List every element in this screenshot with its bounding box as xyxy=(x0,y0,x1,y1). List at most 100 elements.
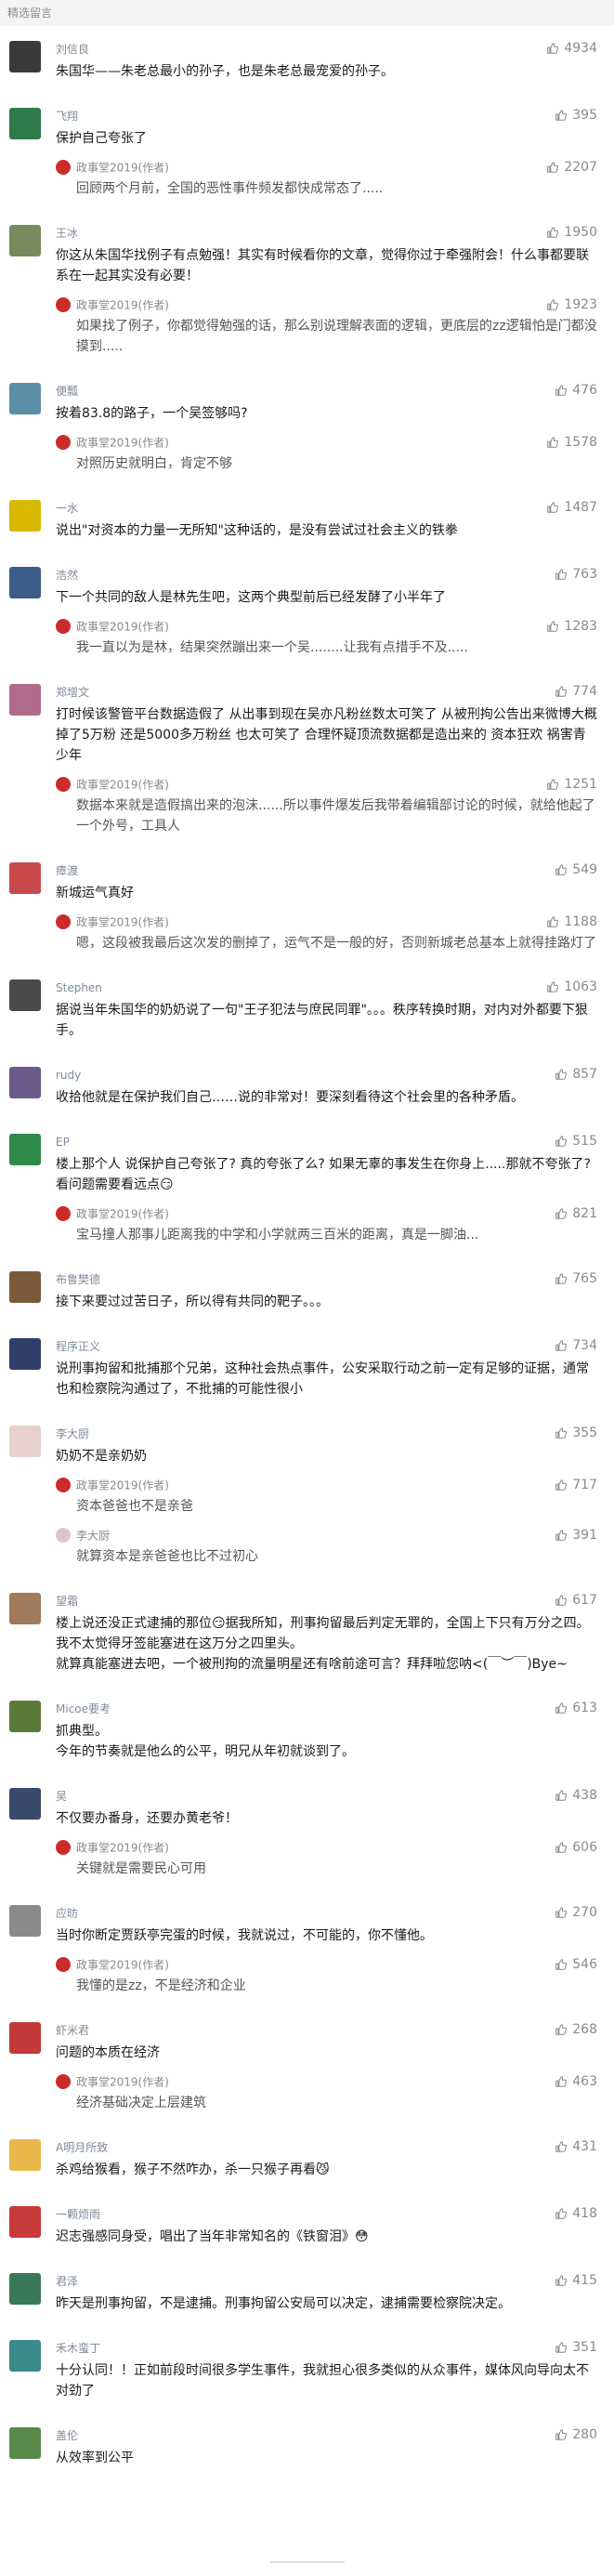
like-button[interactable]: 717 xyxy=(555,1476,597,1494)
like-button[interactable]: 351 xyxy=(555,2338,597,2357)
avatar[interactable] xyxy=(9,684,41,716)
like-button[interactable]: 774 xyxy=(555,682,597,701)
commenter-name: 刘信良 xyxy=(56,43,90,56)
commenter-name: 郑增文 xyxy=(56,686,90,699)
comment-item: 吴 438 不仅要办番身，还要办黄老爷！ 政事堂2019(作者) 606 关键就是需要民心… xyxy=(0,1773,614,1890)
avatar[interactable] xyxy=(9,567,41,598)
like-button[interactable]: 1923 xyxy=(546,296,597,314)
like-button[interactable]: 2207 xyxy=(546,158,597,177)
reply-avatar xyxy=(56,1527,71,1543)
comment-item: 虾米君 268 问题的本质在经济 政事堂2019(作者) 463 经济基础决定上层建筑 xyxy=(0,2007,614,2124)
like-button[interactable]: 1063 xyxy=(546,978,597,996)
comment-item: 瘴渡 549 新城运气真好 政事堂2019(作者) 1188 嗯，这段被我最后这次发的删掉… xyxy=(0,848,614,965)
author-name: 政事堂2019(作者) xyxy=(76,620,169,634)
avatar[interactable] xyxy=(9,108,41,139)
comment-text: 你这从朱国华找例子有点勉强！其实有时候看你的文章，觉得你过于牵强附会！什么事都要… xyxy=(56,248,589,283)
like-count: 549 xyxy=(572,862,597,877)
avatar[interactable] xyxy=(9,2273,41,2305)
comment-item: 程序正义 734 说刑事拘留和批捕那个兄弟，这种社会热点事件，公安采取行动之前一定有… xyxy=(0,1323,614,1411)
like-button[interactable]: 4934 xyxy=(546,39,597,58)
like-button[interactable]: 821 xyxy=(555,1204,597,1223)
like-button[interactable]: 391 xyxy=(555,1526,597,1544)
like-button[interactable]: 1487 xyxy=(546,498,597,517)
like-button[interactable]: 1188 xyxy=(546,913,597,931)
like-button[interactable]: 418 xyxy=(555,2204,597,2223)
avatar[interactable] xyxy=(9,2340,41,2372)
avatar[interactable] xyxy=(9,1905,41,1937)
comment-text: 保护自己夸张了 xyxy=(56,131,147,146)
comment-item: A明月所致 431 杀鸡给猴看，猴子不然咋办，杀一只猴子再看😼 xyxy=(0,2124,614,2191)
avatar[interactable] xyxy=(9,1271,41,1303)
reply-text: 宝马撞人那事儿距离我的中学和小学就两三百米的距离，真是一脚油... xyxy=(76,1228,479,1242)
avatar[interactable] xyxy=(9,1593,41,1624)
thumbs-up-icon xyxy=(546,298,559,311)
like-count: 1487 xyxy=(564,500,597,515)
like-button[interactable]: 268 xyxy=(555,2020,597,2039)
avatar[interactable] xyxy=(9,41,41,72)
like-button[interactable]: 617 xyxy=(555,1591,597,1610)
like-button[interactable]: 476 xyxy=(555,381,597,400)
thumbs-up-icon xyxy=(555,685,568,698)
commenter-name: 程序正义 xyxy=(56,1340,101,1353)
avatar[interactable] xyxy=(9,2206,41,2238)
like-button[interactable]: 857 xyxy=(555,1065,597,1084)
avatar[interactable] xyxy=(9,1338,41,1370)
commenter-name: Micoe要考 xyxy=(56,1702,111,1715)
like-button[interactable]: 549 xyxy=(555,861,597,879)
reply-text: 回顾两个月前，全国的恶性事件频发都快成常态了..... xyxy=(76,181,384,196)
thumbs-up-icon xyxy=(555,2341,568,2354)
comment-text: 朱国华——朱老总最小的孙子，也是朱老总最宠爱的孙子。 xyxy=(56,64,394,79)
thumbs-up-icon xyxy=(546,436,559,449)
like-button[interactable]: 1578 xyxy=(546,433,597,452)
author-name: 政事堂2019(作者) xyxy=(76,436,169,450)
avatar[interactable] xyxy=(9,2139,41,2171)
like-count: 734 xyxy=(572,1338,597,1353)
avatar[interactable] xyxy=(9,225,41,256)
like-button[interactable]: 515 xyxy=(555,1132,597,1150)
like-button[interactable]: 355 xyxy=(555,1424,597,1442)
like-button[interactable]: 734 xyxy=(555,1336,597,1355)
avatar[interactable] xyxy=(9,1134,41,1165)
avatar[interactable] xyxy=(9,862,41,894)
avatar[interactable] xyxy=(9,979,41,1011)
comment-text: 杀鸡给猴看，猴子不然咋办，杀一只猴子再看😼 xyxy=(56,2162,330,2177)
commenter-name: 布鲁樊德 xyxy=(56,1273,101,1286)
avatar[interactable] xyxy=(9,2427,41,2459)
avatar[interactable] xyxy=(9,500,41,532)
like-button[interactable]: 415 xyxy=(555,2271,597,2290)
like-button[interactable]: 431 xyxy=(555,2137,597,2156)
reply-avatar xyxy=(56,159,71,175)
like-button[interactable]: 606 xyxy=(555,1838,597,1857)
like-button[interactable]: 280 xyxy=(555,2425,597,2444)
avatar[interactable] xyxy=(9,1788,41,1820)
like-count: 606 xyxy=(572,1840,597,1855)
avatar[interactable] xyxy=(9,1701,41,1732)
commenter-name: 瘴渡 xyxy=(56,864,79,877)
like-button[interactable]: 763 xyxy=(555,565,597,584)
comment-item: rudy 857 收拾他就是在保护我们自己……说的非常对！要深刻看待这个社会里的各种… xyxy=(0,1052,614,1119)
like-count: 774 xyxy=(572,684,597,699)
like-button[interactable]: 395 xyxy=(555,106,597,125)
like-count: 546 xyxy=(572,1957,597,1972)
avatar[interactable] xyxy=(9,2022,41,2054)
avatar[interactable] xyxy=(9,1426,41,1457)
like-count: 763 xyxy=(572,567,597,582)
reply-text: 如果找了例子，你都觉得勉强的话，那么别说理解表面的逻辑，更底层的zz逻辑怕是门都… xyxy=(76,319,597,354)
like-button[interactable]: 1251 xyxy=(546,775,597,794)
author-reply: 政事堂2019(作者) 2207 回顾两个月前，全国的恶性事件频发都快成常态了...… xyxy=(56,158,597,199)
like-button[interactable]: 1950 xyxy=(546,223,597,242)
like-button[interactable]: 1283 xyxy=(546,617,597,636)
like-button[interactable]: 613 xyxy=(555,1699,597,1717)
like-button[interactable]: 270 xyxy=(555,1903,597,1922)
like-button[interactable]: 765 xyxy=(555,1269,597,1288)
like-button[interactable]: 463 xyxy=(555,2072,597,2091)
like-count: 431 xyxy=(572,2139,597,2154)
author-name: 政事堂2019(作者) xyxy=(76,1841,169,1855)
like-button[interactable]: 546 xyxy=(555,1955,597,1974)
avatar[interactable] xyxy=(9,383,41,414)
like-button[interactable]: 438 xyxy=(555,1786,597,1805)
avatar[interactable] xyxy=(9,1067,41,1098)
author-reply: 政事堂2019(作者) 1578 对照历史就明白，肯定不够 xyxy=(56,433,597,474)
thumbs-up-icon xyxy=(555,1841,568,1854)
commenter-name: 飞翔 xyxy=(56,110,79,123)
